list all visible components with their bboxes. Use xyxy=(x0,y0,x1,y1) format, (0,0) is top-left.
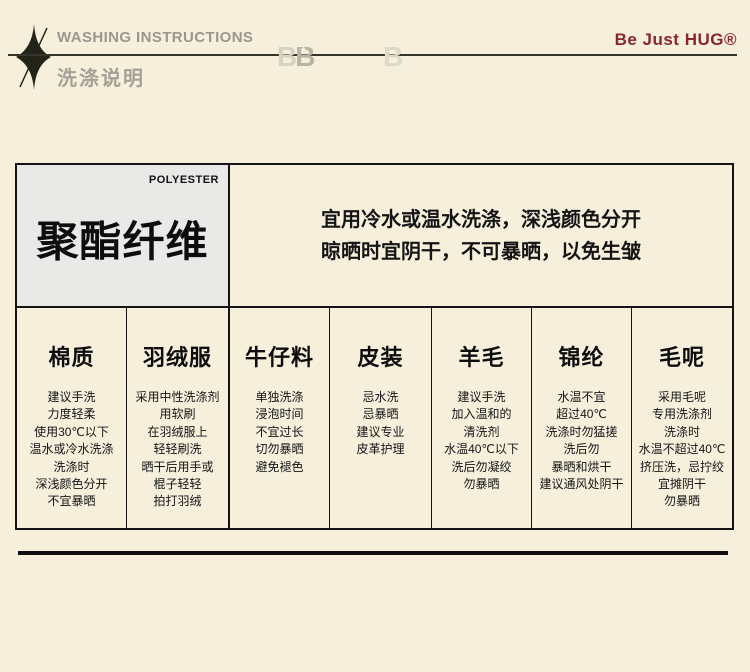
fabric-name: 毛呢 xyxy=(659,340,705,372)
section-bottom-divider xyxy=(18,551,728,555)
watermark-letter: B xyxy=(277,41,295,72)
fabric-instructions: 建议手洗 加入温和的 清洗剂 水温40℃以下 洗后勿凝绞 勿暴晒 xyxy=(444,389,519,493)
brand-logo: Be Just HUG® xyxy=(615,30,737,50)
sparkle-cutout-icon: ✦ xyxy=(299,46,307,56)
fabric-name: 棉质 xyxy=(48,340,94,372)
fabric-name: 锦纶 xyxy=(558,340,604,372)
header-divider-line xyxy=(8,54,737,56)
fabric-instructions: 采用中性洗涤剂 用软刷 在羽绒服上 轻轻刷洗 晒干后用手或 棍子轻轻 拍打羽绒 xyxy=(135,389,219,511)
sparkle-icon xyxy=(14,23,52,96)
brand-watermark-bb: BB✦ xyxy=(277,43,313,71)
fabric-cell-cotton: 棉质 建议手洗 力度轻柔 使用30℃以下 温水或冷水洗涤 洗涤时 深浅颜色分开 … xyxy=(17,308,127,528)
polyester-label-en: POLYESTER xyxy=(149,174,219,186)
fabric-cell-denim: 牛仔料 单独洗涤 浸泡时间 不宜过长 切勿暴晒 避免褪色 xyxy=(230,308,330,528)
fabric-instructions: 单独洗涤 浸泡时间 不宜过长 切勿暴晒 避免褪色 xyxy=(255,389,303,476)
fabric-name: 皮装 xyxy=(357,340,403,372)
polyester-name-zh: 聚酯纤维 xyxy=(36,202,208,269)
polyester-cell: POLYESTER 聚酯纤维 xyxy=(17,165,230,308)
fabric-instructions: 采用毛呢 专用洗涤剂 洗涤时 水温不超过40℃ 挤压洗，忌拧绞 宜摊阴干 勿暴晒 xyxy=(639,389,726,511)
page-title-en: WASHING INSTRUCTIONS xyxy=(57,29,253,46)
polyester-instructions: 宜用冷水或温水洗涤，深浅颜色分开 晾晒时宜阴干，不可暴晒，以免生皱 xyxy=(230,165,732,308)
fabric-cell-leather: 皮装 忌水洗 忌暴晒 建议专业 皮革护理 xyxy=(330,308,432,528)
fabric-instructions: 水温不宜 超过40℃ 洗涤时勿猛搓 洗后勿 暴晒和烘干 建议通风处阴干 xyxy=(539,389,623,493)
brand-watermark-b: B xyxy=(383,43,401,71)
page-title-zh: 洗涤说明 xyxy=(57,62,145,91)
fabric-name: 羊毛 xyxy=(458,340,504,372)
fabric-name: 羽绒服 xyxy=(143,340,212,372)
watermark-letter: B✦ xyxy=(295,41,313,72)
fabric-cell-wool: 羊毛 建议手洗 加入温和的 清洗剂 水温40℃以下 洗后勿凝绞 勿暴晒 xyxy=(432,308,532,528)
fabric-instructions: 忌水洗 忌暴晒 建议专业 皮革护理 xyxy=(356,389,404,459)
fabric-cell-down-jacket: 羽绒服 采用中性洗涤剂 用软刷 在羽绒服上 轻轻刷洗 晒干后用手或 棍子轻轻 拍… xyxy=(127,308,230,528)
fabric-cell-nylon: 锦纶 水温不宜 超过40℃ 洗涤时勿猛搓 洗后勿 暴晒和烘干 建议通风处阴干 xyxy=(532,308,632,528)
fabric-instructions: 建议手洗 力度轻柔 使用30℃以下 温水或冷水洗涤 洗涤时 深浅颜色分开 不宜暴… xyxy=(29,389,113,511)
fabric-cell-wool-cloth: 毛呢 采用毛呢 专用洗涤剂 洗涤时 水温不超过40℃ 挤压洗，忌拧绞 宜摊阴干 … xyxy=(632,308,732,528)
fabric-name: 牛仔料 xyxy=(245,340,314,372)
care-table: POLYESTER 聚酯纤维 宜用冷水或温水洗涤，深浅颜色分开 晾晒时宜阴干，不… xyxy=(15,163,734,530)
washing-instructions-page: WASHING INSTRUCTIONS 洗涤说明 BB✦ B Be Just … xyxy=(0,0,750,672)
